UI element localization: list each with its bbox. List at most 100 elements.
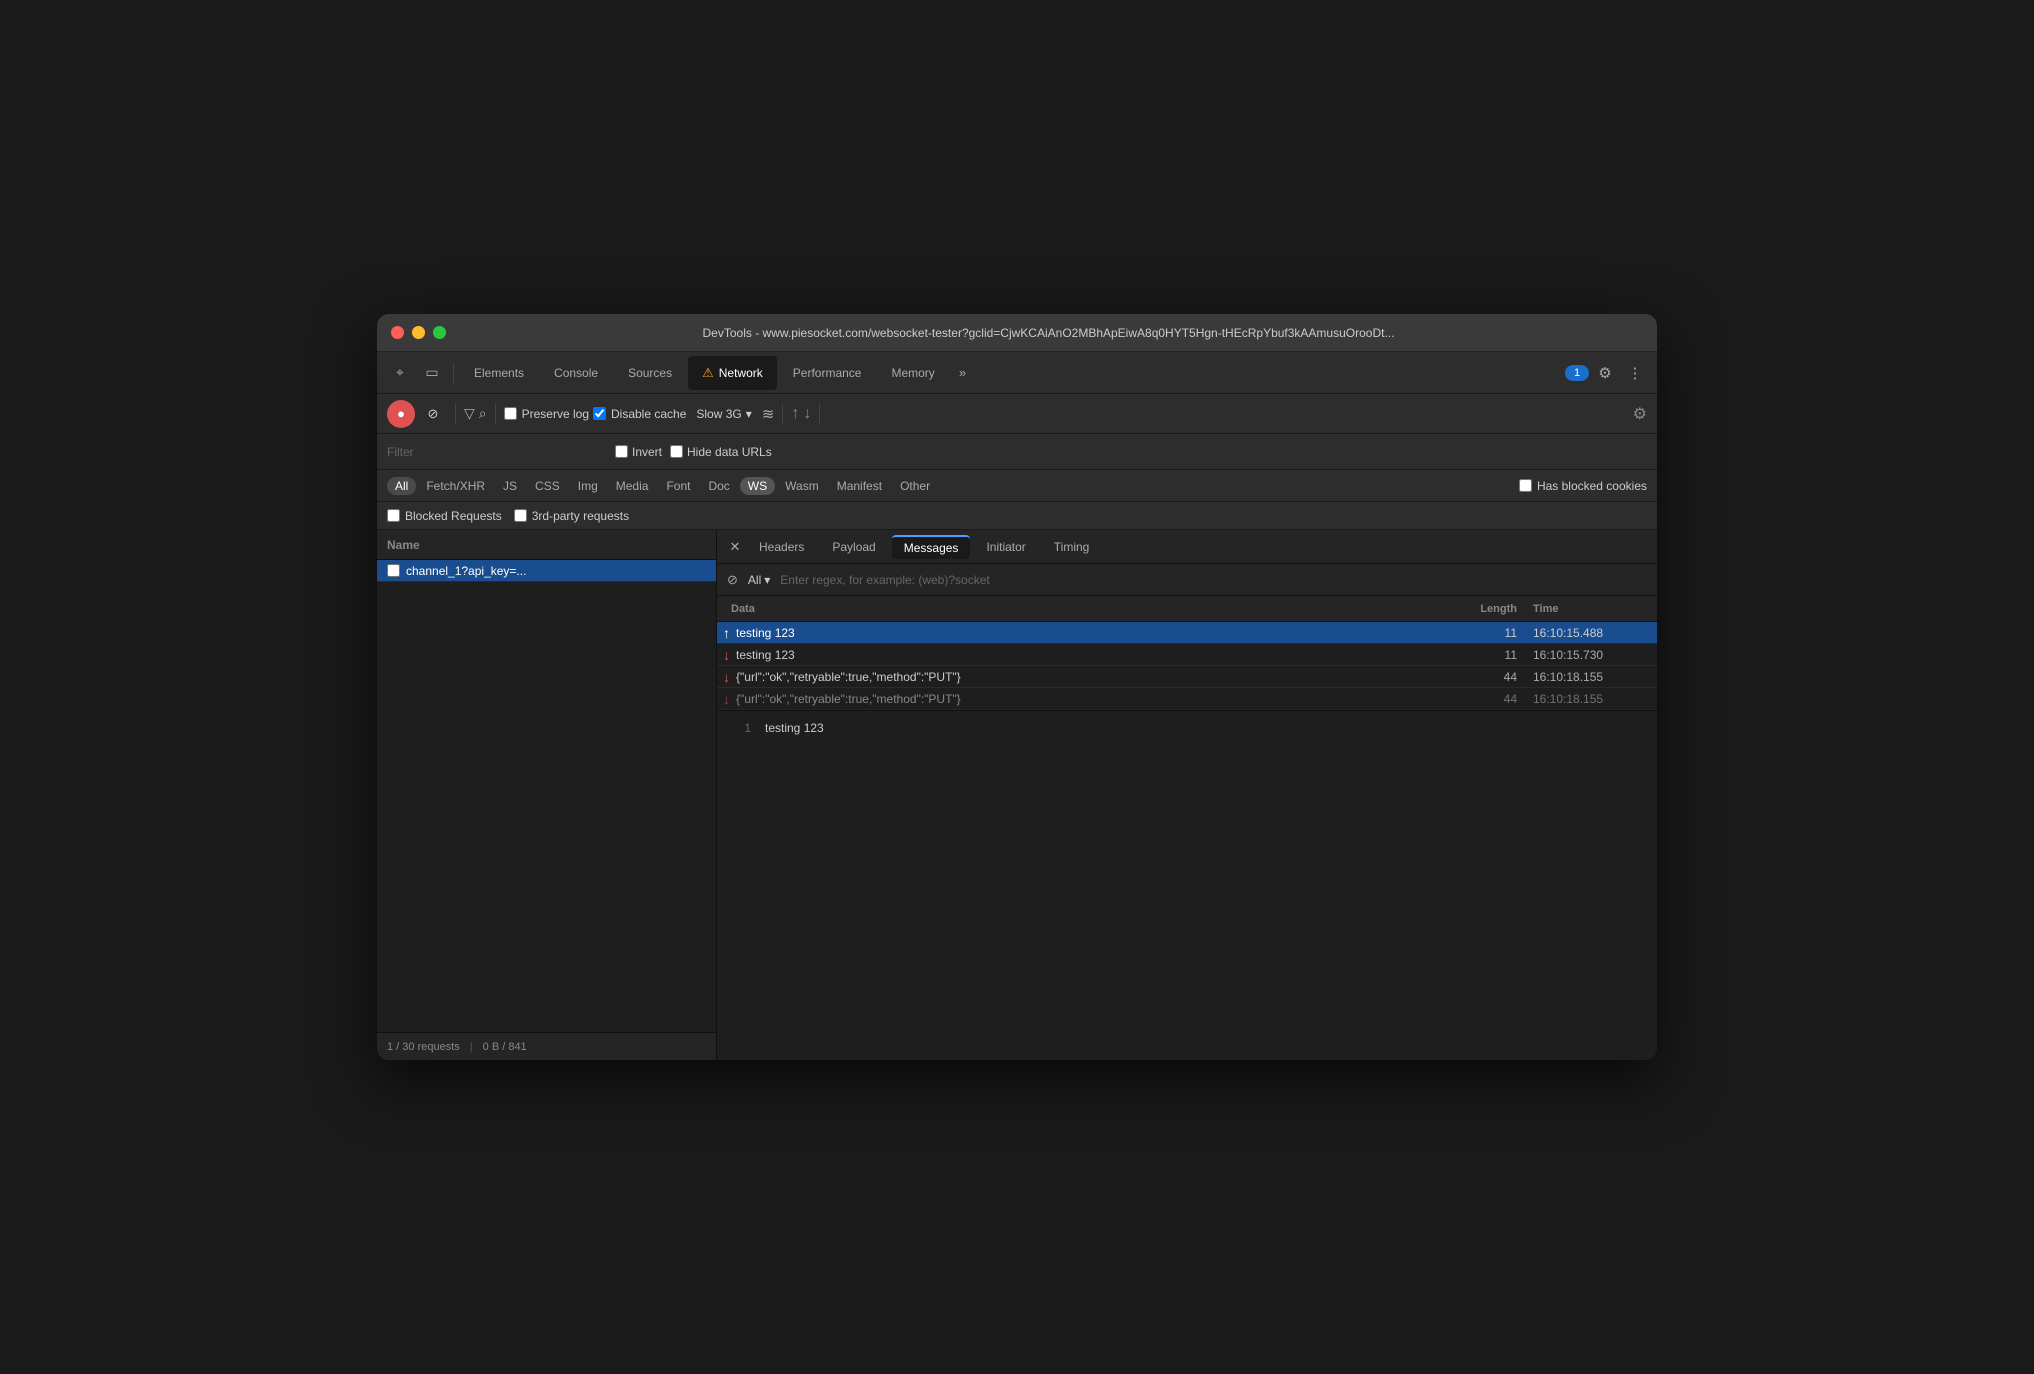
import-icon[interactable]: ↑ [791,405,799,423]
invert-filter-checkbox[interactable] [615,445,628,458]
tab-separator [453,363,454,383]
tab-initiator[interactable]: Initiator [974,536,1037,558]
type-ws-button[interactable]: WS [740,477,775,495]
tab-bar: ⌖ ▭ Elements Console Sources ⚠ Network P… [377,352,1657,394]
tab-timing[interactable]: Timing [1042,536,1102,558]
type-js-button[interactable]: JS [495,477,525,495]
close-button[interactable] [391,326,404,339]
requests-footer: 1 / 30 requests | 0 B / 841 [377,1032,716,1060]
message-data: {"url":"ok","retryable":true,"method":"P… [736,670,961,684]
close-panel-icon[interactable]: ✕ [727,539,743,555]
messages-tab-bar: ✕ Headers Payload Messages Initiator Tim… [717,530,1657,564]
toolbar-separator-3 [782,404,783,424]
no-entry-icon[interactable]: ⊘ [727,572,738,588]
filter-input[interactable] [387,441,607,463]
requests-list[interactable]: channel_1?api_key=... [377,560,716,1032]
col-time-header: Time [1527,603,1657,615]
tab-sources[interactable]: Sources [614,356,686,390]
message-time: 16:10:18.155 [1527,670,1657,684]
type-other-button[interactable]: Other [892,477,938,495]
message-row[interactable]: ↓ {"url":"ok","retryable":true,"method":… [717,666,1657,688]
settings-icon[interactable]: ⚙ [1591,359,1619,387]
messages-table-header: Data Length Time [717,596,1657,622]
network-settings-icon[interactable]: ⚙ [1633,404,1647,424]
message-filter-select[interactable]: All ▾ [744,571,774,589]
hide-data-urls-checkbox[interactable] [670,445,683,458]
blocked-requests-checkbox[interactable] [387,509,400,522]
type-font-button[interactable]: Font [658,477,698,495]
right-panel: ✕ Headers Payload Messages Initiator Tim… [717,530,1657,1060]
search-icon[interactable]: ⌕ [479,405,487,422]
blocked-requests-label[interactable]: Blocked Requests [387,509,502,523]
transferred-size: 0 B / 841 [483,1041,527,1053]
requests-panel: Name channel_1?api_key=... 1 / 30 reques… [377,530,717,1060]
tab-memory[interactable]: Memory [877,356,948,390]
message-data-cell: ↓ {"url":"ok","retryable":true,"method":… [717,691,1427,707]
has-blocked-cookies-checkbox[interactable] [1519,479,1532,492]
message-row[interactable]: ↓ testing 123 11 16:10:15.730 [717,644,1657,666]
cursor-icon[interactable]: ⌖ [385,358,415,388]
type-wasm-button[interactable]: Wasm [777,477,827,495]
has-blocked-cookies-label[interactable]: Has blocked cookies [1519,479,1647,493]
window-title: DevTools - www.piesocket.com/websocket-t… [494,326,1603,340]
device-icon[interactable]: ▭ [417,358,447,388]
messages-filter-row: ⊘ All ▾ [717,564,1657,596]
message-length: 11 [1427,626,1527,640]
clear-button[interactable]: ⊘ [419,400,447,428]
request-item[interactable]: channel_1?api_key=... [377,560,716,582]
message-data-cell: ↓ testing 123 [717,647,1427,663]
export-icon[interactable]: ↓ [803,405,811,423]
message-filter-input[interactable] [780,569,1647,591]
throttle-dropdown[interactable]: Slow 3G ▾ [690,404,757,424]
disable-cache-checkbox[interactable] [593,407,606,420]
preserve-log-label[interactable]: Preserve log [504,407,589,421]
disable-cache-label[interactable]: Disable cache [593,407,686,421]
more-options-icon[interactable]: ⋮ [1621,359,1649,387]
col-length-header: Length [1427,603,1527,615]
tab-console[interactable]: Console [540,356,612,390]
type-fetch-xhr-button[interactable]: Fetch/XHR [418,477,493,495]
preserve-log-checkbox[interactable] [504,407,517,420]
message-row[interactable]: ↑ testing 123 11 16:10:15.488 [717,622,1657,644]
tab-performance[interactable]: Performance [779,356,876,390]
message-time: 16:10:15.488 [1527,626,1657,640]
arrow-down-icon: ↓ [723,647,730,663]
message-length: 44 [1427,692,1527,706]
tab-headers[interactable]: Headers [747,536,816,558]
request-checkbox[interactable] [387,564,400,577]
invert-filter-label[interactable]: Invert [615,445,662,459]
maximize-button[interactable] [433,326,446,339]
type-css-button[interactable]: CSS [527,477,568,495]
main-content: Name channel_1?api_key=... 1 / 30 reques… [377,530,1657,1060]
message-length: 11 [1427,648,1527,662]
filter-icon[interactable]: ▽ [464,405,475,422]
tab-messages[interactable]: Messages [892,535,971,559]
arrow-down-icon: ↓ [723,691,730,707]
message-row[interactable]: ↓ {"url":"ok","retryable":true,"method":… [717,688,1657,710]
message-data-cell: ↑ testing 123 [717,625,1427,641]
message-data-cell: ↓ {"url":"ok","retryable":true,"method":… [717,669,1427,685]
type-media-button[interactable]: Media [608,477,657,495]
type-img-button[interactable]: Img [570,477,606,495]
type-manifest-button[interactable]: Manifest [829,477,890,495]
arrow-up-icon: ↑ [723,625,730,641]
minimize-button[interactable] [412,326,425,339]
third-party-checkbox[interactable] [514,509,527,522]
tab-network[interactable]: ⚠ Network [688,356,777,390]
network-conditions-icon[interactable]: ≋ [762,405,775,423]
messages-table: Data Length Time ↑ testing 123 11 16:10:… [717,596,1657,710]
more-tabs-button[interactable]: » [951,358,974,388]
notification-badge[interactable]: 1 [1565,365,1589,381]
message-data: {"url":"ok","retryable":true,"method":"P… [736,692,961,706]
request-count: 1 / 30 requests [387,1041,460,1053]
request-name: channel_1?api_key=... [406,564,526,578]
dropdown-arrow-icon: ▾ [746,407,752,421]
third-party-requests-label[interactable]: 3rd-party requests [514,509,629,523]
tab-elements[interactable]: Elements [460,356,538,390]
type-all-button[interactable]: All [387,477,416,495]
type-doc-button[interactable]: Doc [700,477,737,495]
hide-data-urls-label[interactable]: Hide data URLs [670,445,772,459]
record-button[interactable]: ● [387,400,415,428]
tab-payload[interactable]: Payload [820,536,887,558]
toolbar-separator-2 [495,404,496,424]
